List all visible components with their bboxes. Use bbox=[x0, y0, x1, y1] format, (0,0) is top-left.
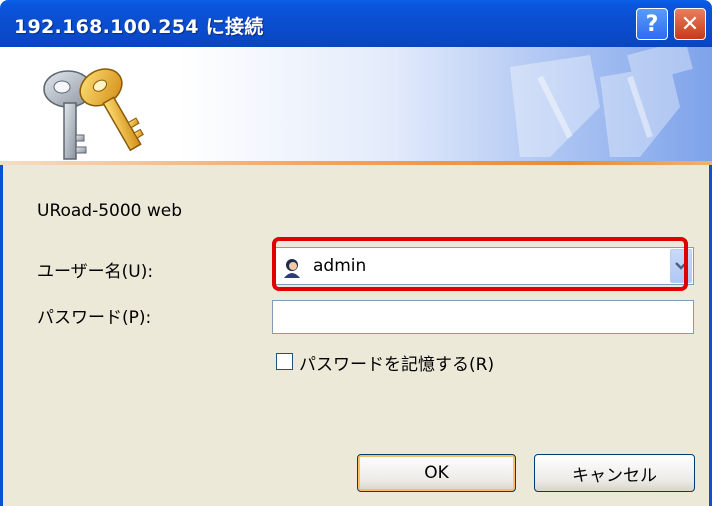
help-button[interactable]: ? bbox=[636, 8, 668, 40]
password-label: パスワード(P): bbox=[37, 308, 152, 328]
remember-password-label[interactable]: パスワードを記憶する(R) bbox=[299, 350, 494, 375]
login-dialog: 192.168.100.254 に接続 ? ✕ URoad-5000 web ユ… bbox=[0, 0, 712, 506]
title-bar[interactable]: 192.168.100.254 に接続 ? ✕ bbox=[0, 0, 712, 47]
remember-password-checkbox[interactable] bbox=[276, 353, 293, 370]
close-button[interactable]: ✕ bbox=[674, 8, 706, 40]
dialog-body: URoad-5000 web ユーザー名(U): admin パスワード(P):… bbox=[0, 165, 712, 506]
watermark-keys-icon bbox=[510, 47, 693, 157]
username-value[interactable]: admin bbox=[313, 256, 366, 276]
keys-icon bbox=[43, 68, 144, 160]
username-label: ユーザー名(U): bbox=[37, 262, 154, 282]
user-icon bbox=[282, 258, 302, 278]
chevron-down-icon[interactable] bbox=[670, 249, 692, 283]
realm-text: URoad-5000 web bbox=[37, 201, 183, 221]
password-field[interactable] bbox=[272, 300, 694, 334]
dialog-title: 192.168.100.254 に接続 bbox=[14, 16, 264, 38]
cancel-button[interactable]: キャンセル bbox=[534, 454, 695, 492]
username-combobox[interactable]: admin bbox=[272, 247, 694, 285]
banner bbox=[0, 47, 712, 165]
ok-button[interactable]: OK bbox=[357, 454, 516, 492]
